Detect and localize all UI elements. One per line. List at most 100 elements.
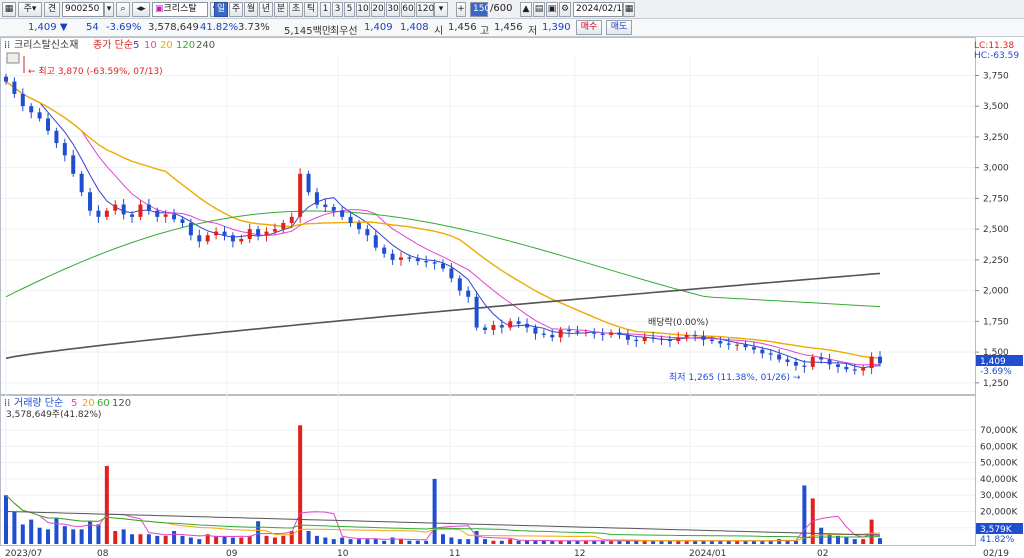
ma120-legend: 120 (176, 40, 195, 51)
candle-body (289, 216, 294, 223)
stock-name-field[interactable]: ▣크리스탈 (152, 2, 208, 17)
volume-bar (441, 534, 445, 544)
volume-bar (373, 539, 378, 544)
price-tick-label: 2,250 (983, 256, 1009, 266)
quote-best-bid: 1,408 (400, 22, 429, 33)
period-tab-3[interactable]: 년 (259, 2, 273, 17)
volume-current-pct: 41.82% (980, 535, 1015, 545)
quote-price: 1,409 ▼ (28, 22, 68, 33)
period-tab-5[interactable]: 초 (289, 2, 303, 17)
price-panel-grip-icon[interactable]: ⁞⁞ (4, 40, 10, 51)
candle-body (130, 214, 135, 217)
interval-button-5[interactable]: 5 (344, 2, 355, 17)
interval-button-20[interactable]: 20 (371, 2, 385, 17)
candle-body (20, 93, 25, 107)
candle-body (827, 359, 832, 365)
volume-summary: 3,578,649주(41.82%) (6, 409, 101, 420)
volume-panel-grip-icon[interactable]: ⁞⁞ (4, 398, 10, 409)
period-tab-1[interactable]: 주 (229, 2, 243, 17)
volume-bar (550, 540, 555, 544)
type-button[interactable]: 견 (44, 2, 60, 17)
chart-area[interactable]: 3,750 3,500 3,250 3,000 2,750 2,500 2,250 2,000… (0, 37, 1024, 558)
price-volume-chart[interactable]: 3,750 3,500 3,250 3,000 2,750 2,500 2,250 2,000… (0, 37, 1024, 558)
interval-button-1[interactable]: 1 (320, 2, 331, 17)
period-tab-0[interactable]: 일 (214, 2, 228, 17)
menu-dropdown[interactable]: 주▾ (18, 2, 42, 17)
volume-bar (793, 540, 798, 544)
x-tick-label: 2024/01 (689, 549, 726, 558)
volume-bar (651, 540, 656, 544)
candle-body (29, 106, 34, 113)
volume-bar (625, 540, 630, 544)
volume-bar (819, 527, 824, 544)
code-dropdown-icon[interactable]: ▾ (104, 2, 114, 17)
candle-body (230, 235, 235, 242)
x-tick-label: 10 (337, 549, 349, 558)
volume-bar (659, 540, 664, 544)
candle-body (4, 76, 8, 82)
type-label: 견 (47, 4, 57, 14)
calendar-icon[interactable]: ▦ (623, 2, 635, 17)
volume-bar (314, 535, 319, 544)
quote-volume: 3,578,649 (148, 22, 199, 33)
candle-body (835, 364, 840, 367)
candle-body (751, 347, 756, 350)
volume-current-value: 3,579K (980, 525, 1013, 535)
period-tab-2[interactable]: 월 (244, 2, 258, 17)
buy-button[interactable]: 매수 (576, 20, 602, 35)
vol-ma60-legend: 60 (97, 398, 110, 409)
ma20-legend: 20 (160, 40, 173, 51)
candle-body (861, 368, 866, 371)
volume-bar (79, 529, 84, 544)
save-icon[interactable]: ▣ (546, 2, 558, 17)
candle-body (600, 333, 605, 335)
nav-prev-next-icon[interactable]: ◂▸ (132, 2, 150, 17)
ma240-legend: 240 (196, 40, 215, 51)
candle-body (583, 332, 588, 334)
x-tick-label: 12 (574, 549, 585, 558)
period-tab-6[interactable]: 틱 (304, 2, 318, 17)
up-arrow-icon[interactable]: ▲ (520, 2, 532, 17)
date-input[interactable]: 2024/02/19 (573, 2, 628, 17)
interval-button-30[interactable]: 30 (386, 2, 400, 17)
interval-button-3[interactable]: 3 (332, 2, 343, 17)
candle-body (793, 361, 798, 366)
candle-body (222, 231, 227, 236)
candle-body (466, 290, 471, 297)
chart-tool-icon[interactable]: ▤ (533, 2, 545, 17)
volume-bar (188, 537, 193, 544)
settings-gear-icon[interactable]: ⚙ (559, 2, 571, 17)
candle-body (197, 235, 202, 242)
interval-button-10[interactable]: 10 (356, 2, 370, 17)
candle-body (356, 223, 361, 230)
candle-body (390, 253, 395, 260)
volume-bar (869, 519, 874, 544)
volume-bar (390, 537, 395, 544)
volume-bar (667, 540, 672, 544)
count-input[interactable]: 150 (470, 2, 490, 17)
volume-bar (163, 535, 168, 544)
candle-body (634, 339, 639, 342)
search-icon[interactable]: ⌕ (116, 2, 130, 17)
candle-body (373, 235, 378, 248)
candle-body (457, 278, 462, 291)
interval-dropdown-icon[interactable]: ▾ (434, 2, 448, 17)
volume-bar (483, 539, 488, 544)
candle-body (625, 334, 630, 340)
stock-code-input[interactable]: 900250 (62, 2, 104, 17)
period-tab-4[interactable]: 분 (274, 2, 288, 17)
interval-button-120[interactable]: 120 (416, 2, 434, 17)
volume-bar (718, 540, 723, 544)
candle-body (247, 229, 252, 239)
sell-button[interactable]: 매도 (606, 20, 632, 35)
grid-toggle-icon[interactable] (6, 52, 20, 64)
candle-body (516, 321, 521, 324)
interval-button-60[interactable]: 60 (401, 2, 415, 17)
layout-icon[interactable]: ▦ (2, 2, 16, 17)
candle-body (298, 173, 303, 217)
add-icon[interactable]: + (456, 2, 466, 17)
volume-bar (457, 539, 462, 544)
volume-bar (861, 539, 866, 544)
candle-body (525, 323, 530, 328)
quote-volume-ratio: 41.82% (200, 22, 239, 33)
